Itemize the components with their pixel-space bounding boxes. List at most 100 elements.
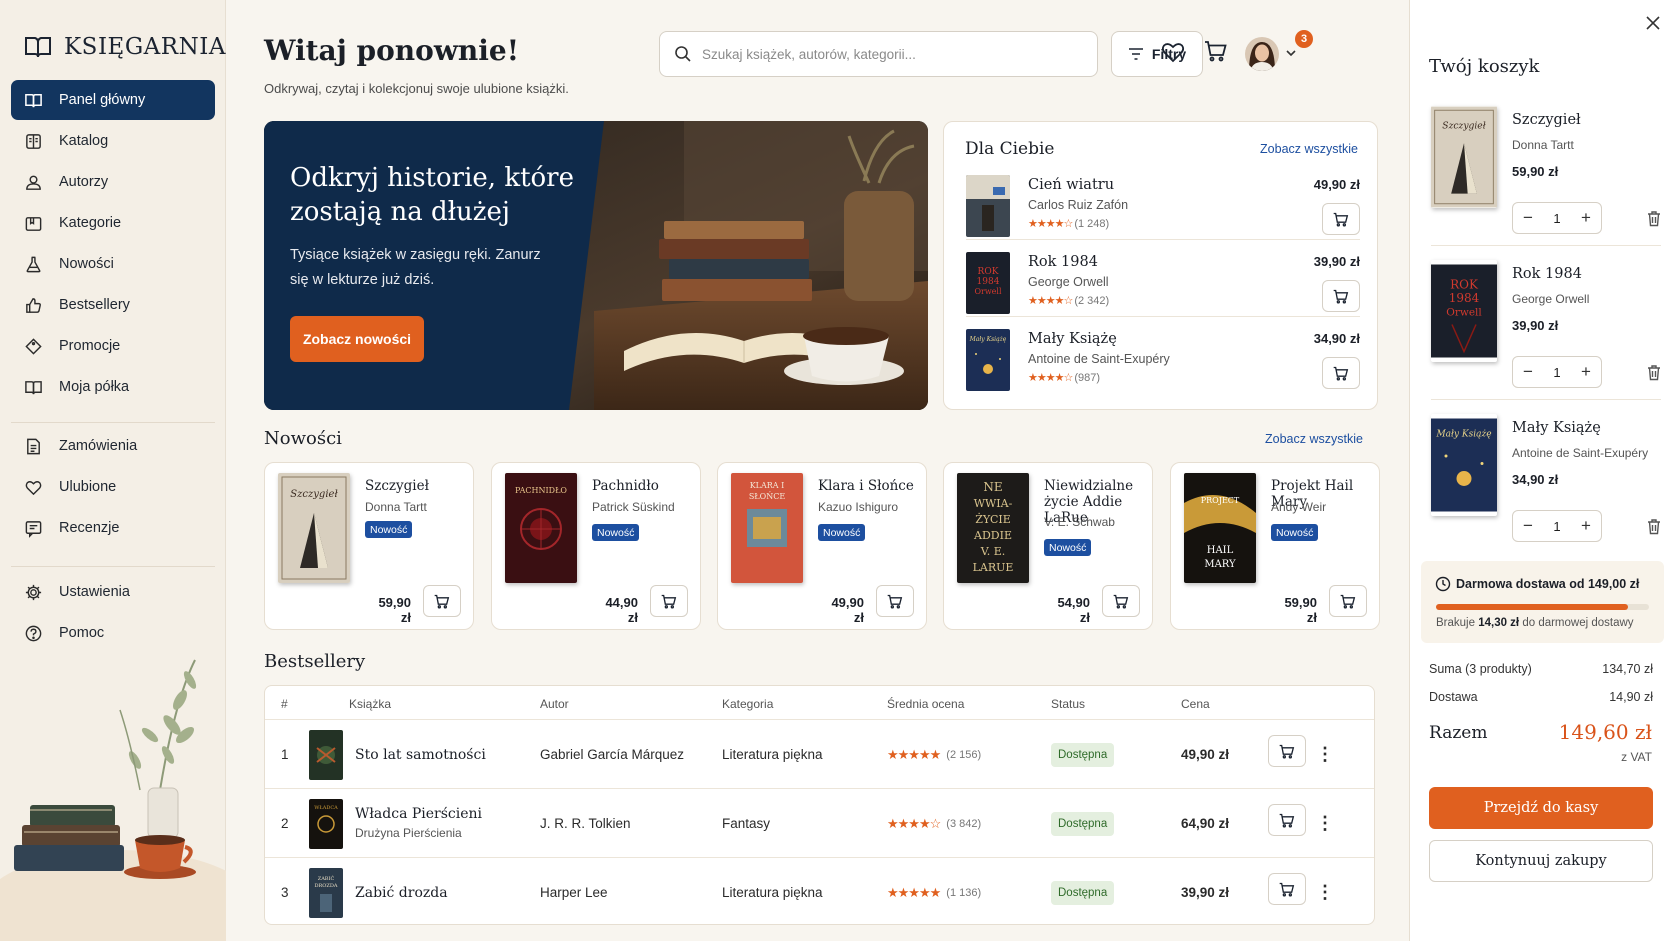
decrease-button[interactable]: − [1523, 516, 1533, 536]
search-box[interactable] [659, 31, 1098, 77]
filters-button[interactable]: Filtry [1111, 31, 1203, 77]
sidebar-item-autorzy[interactable]: Autorzy [11, 162, 215, 202]
bestsellers-table: # Książka Autor Kategoria Średnia ocena … [264, 685, 1375, 925]
add-to-cart-button[interactable] [1268, 873, 1306, 905]
book-icon [25, 380, 42, 394]
list-item[interactable]: Mały Książę Mały Książę Antoine de Saint… [966, 329, 1360, 401]
book-author: Andy Weir [1271, 500, 1327, 514]
list-item[interactable]: ROK 1984 Orwell Rok 1984 George Orwell ★★★… [966, 252, 1360, 324]
sidebar-item-panel[interactable]: Panel główny [11, 80, 215, 120]
divider [1431, 399, 1661, 400]
stars-icon: ★★★★☆ [1028, 372, 1073, 384]
stars-icon: ★★★★☆ [887, 815, 941, 831]
add-to-cart-button[interactable] [876, 585, 914, 617]
cart-icon [434, 594, 450, 608]
close-icon[interactable] [1646, 16, 1660, 30]
trash-icon[interactable] [1646, 210, 1662, 227]
favorites-heart-icon[interactable] [1161, 41, 1185, 63]
column-header: Status [1051, 697, 1086, 711]
svg-text:1984: 1984 [1449, 291, 1480, 305]
add-to-cart-button[interactable] [1329, 585, 1367, 617]
new-see-all-link[interactable]: Zobacz wszystkie [1265, 432, 1363, 446]
rating: ★★★★☆ (3 842) [887, 789, 981, 858]
checkout-button[interactable]: Przejdź do kasy [1429, 787, 1653, 829]
vat-note: z VAT [1621, 750, 1652, 764]
svg-text:Szczygieł: Szczygieł [1442, 121, 1485, 132]
cart-icon [661, 594, 677, 608]
decrease-button[interactable]: − [1523, 208, 1533, 228]
see-new-button[interactable]: Zobacz nowości [290, 316, 424, 362]
sidebar-item-ulubione[interactable]: Ulubione [11, 467, 215, 507]
more-menu-icon[interactable]: ⋮ [1316, 789, 1334, 858]
book-title: Mały Książę [1512, 420, 1601, 436]
trash-icon[interactable] [1646, 364, 1662, 381]
book-price: 39,90 zł [1181, 885, 1230, 900]
cart-icon [1279, 882, 1295, 896]
list-item[interactable]: Cień wiatru Carlos Ruiz Zafón ★★★★☆ (1 24… [966, 175, 1360, 247]
category-icon [25, 216, 42, 231]
sidebar-item-zamowienia[interactable]: Zamówienia [11, 426, 215, 466]
sidebar-item-nowosci[interactable]: Nowości [11, 244, 215, 284]
trash-icon[interactable] [1646, 518, 1662, 535]
missing-amount: 14,30 zł [1478, 617, 1520, 629]
stars-icon: ★★★★★ [887, 746, 941, 762]
free-delivery-progress [1436, 604, 1649, 610]
quantity-stepper: − 1 + [1512, 356, 1602, 388]
chevron-down-icon[interactable] [1285, 48, 1297, 58]
more-menu-icon[interactable]: ⋮ [1316, 720, 1334, 789]
book-cover [309, 730, 343, 780]
add-to-cart-button[interactable] [1268, 735, 1306, 767]
delivery-value: 14,90 zł [1609, 690, 1653, 704]
svg-text:WWIA-: WWIA- [974, 497, 1013, 510]
add-to-cart-button[interactable] [1322, 357, 1360, 389]
sidebar-item-kategorie[interactable]: Kategorie [11, 203, 215, 243]
note-suffix: do darmowej dostawy [1522, 617, 1634, 629]
brand-name: KSIĘGARNIA [64, 34, 226, 60]
sidebar-item-recenzje[interactable]: Recenzje [11, 508, 215, 548]
sidebar-item-promocje[interactable]: Promocje [11, 326, 215, 366]
logo[interactable]: KSIĘGARNIA [24, 34, 226, 60]
book-author: Harper Lee [540, 885, 608, 900]
sidebar-item-katalog[interactable]: Katalog [11, 121, 215, 161]
sidebar-item-ustawienia[interactable]: Ustawienia [11, 572, 215, 612]
decrease-button[interactable]: − [1523, 362, 1533, 382]
sidebar-item-bestsellery[interactable]: Bestsellery [11, 285, 215, 325]
add-to-cart-button[interactable] [650, 585, 688, 617]
cart-icon [1113, 594, 1129, 608]
book-cover: ROK 1984 Orwell [966, 252, 1010, 314]
book-price: 59,90 zł [378, 595, 411, 625]
for-you-title: Dla Ciebie [965, 139, 1055, 159]
increase-button[interactable]: + [1581, 208, 1591, 228]
book-card[interactable]: PROJECT HAIL MARY Projekt Hail Mary Andy W… [1170, 462, 1380, 630]
cart-icon[interactable] [1204, 40, 1228, 62]
add-to-cart-button[interactable] [1102, 585, 1140, 617]
table-row[interactable]: 3 ZABIĆ DROZDA Zabić drozda Harper Lee Li… [265, 858, 1374, 924]
cart-panel: Twój koszyk Szczygieł Szczygieł Donna Ta… [1409, 0, 1672, 941]
for-you-see-all-link[interactable]: Zobacz wszystkie [1260, 142, 1358, 156]
book-cover: ROK 1984 Orwell [1431, 260, 1497, 362]
add-to-cart-button[interactable] [1268, 804, 1306, 836]
book-cover: Mały Książę [966, 329, 1010, 391]
avatar[interactable] [1244, 36, 1280, 72]
increase-button[interactable]: + [1581, 362, 1591, 382]
table-row[interactable]: 2 WŁADCA Władca Pierścieni Drużyna Pierś… [265, 789, 1374, 858]
book-card[interactable]: NE WWIA- ŻYCIE ADDIE V. E. LARUE Niewidzialne… [943, 462, 1153, 630]
add-to-cart-button[interactable] [1322, 280, 1360, 312]
delivery-label: Dostawa [1429, 690, 1478, 704]
table-row[interactable]: 1 Sto lat samotności Gabriel García Márq… [265, 720, 1374, 789]
book-card[interactable]: KLARA I SŁOŃCE Klara i Słońce Kazuo Ishig… [717, 462, 927, 630]
book-card[interactable]: PACHNIDŁO Pachnidło Patrick Süskind Nowo… [491, 462, 701, 630]
add-to-cart-button[interactable] [423, 585, 461, 617]
book-card[interactable]: Szczygieł Szczygieł Donna Tartt Nowość 5… [264, 462, 474, 630]
book-cover: PROJECT HAIL MARY [1184, 473, 1256, 583]
filter-icon [1128, 48, 1143, 60]
book-title: Szczygieł [365, 478, 429, 494]
more-menu-icon[interactable]: ⋮ [1316, 858, 1334, 924]
sidebar-item-moja-polka[interactable]: Moja półka [11, 367, 215, 407]
add-to-cart-button[interactable] [1322, 203, 1360, 235]
book-category: Literatura piękna [722, 885, 823, 900]
increase-button[interactable]: + [1581, 516, 1591, 536]
search-input[interactable] [702, 46, 1062, 62]
new-badge: Nowość [1271, 524, 1319, 541]
continue-shopping-button[interactable]: Kontynuuj zakupy [1429, 840, 1653, 882]
